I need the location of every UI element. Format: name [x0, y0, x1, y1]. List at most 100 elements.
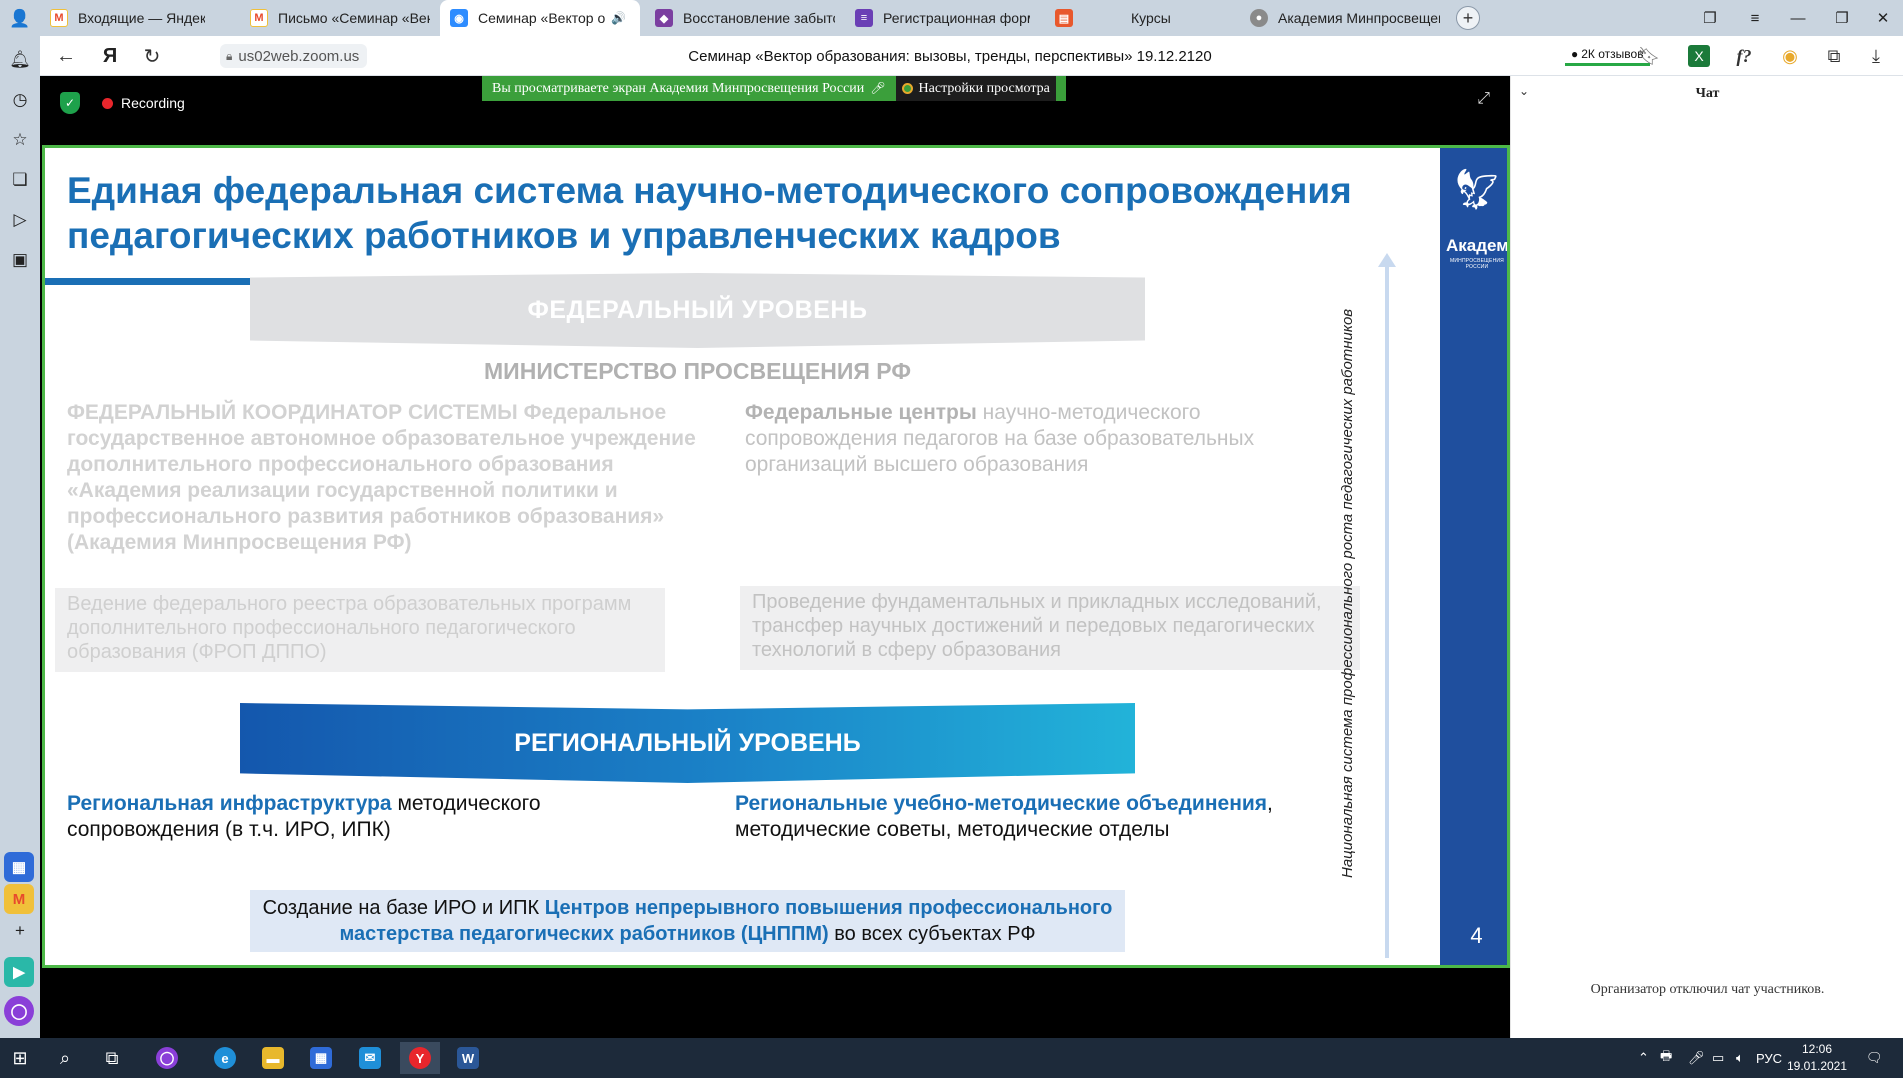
- tab-label: Семинар «Вектор о: [478, 10, 606, 26]
- messenger-app-icon[interactable]: ▶: [4, 957, 34, 987]
- back-icon[interactable]: ←: [48, 36, 84, 76]
- cnppm-box: Создание на базе ИРО и ИПК Центров непре…: [250, 890, 1125, 952]
- speaker-icon: 🔊: [611, 11, 627, 25]
- store-app-icon[interactable]: ▦: [4, 852, 34, 882]
- view-options-icon: [901, 83, 913, 94]
- bookmarks-panel-icon[interactable]: ❐: [1690, 0, 1730, 36]
- history-icon[interactable]: ◷: [5, 85, 35, 115]
- store-icon[interactable]: ▦: [301, 1042, 341, 1074]
- screen-share-banner: Вы просматриваете экран Академия Минпрос…: [482, 76, 1066, 101]
- mail-icon: M: [50, 9, 68, 27]
- printer-icon[interactable]: 🖶: [1660, 1038, 1672, 1078]
- clock[interactable]: 12:06 19.01.2021: [1782, 1041, 1852, 1075]
- recording-dot-icon: [102, 97, 113, 109]
- mic-icon: 🎤︎: [870, 81, 886, 95]
- courses-icon: ▤: [1055, 9, 1073, 27]
- tab-academy[interactable]: ● Академия Минпросвещен: [1240, 0, 1440, 36]
- close-icon[interactable]: ✕: [638, 8, 640, 28]
- url-field[interactable]: 🔒︎ us02web.zoom.us: [220, 44, 368, 68]
- reload-icon[interactable]: ↻: [134, 36, 170, 76]
- close-window-icon[interactable]: ✕: [1863, 0, 1903, 36]
- tab-yandex-mail[interactable]: M Входящие — Яндекс.Почт: [40, 0, 205, 36]
- address-bar: ← Я ↻ 🔒︎ us02web.zoom.us Семинар «Вектор…: [40, 36, 1903, 76]
- mail-icon: M: [250, 9, 268, 27]
- tab-label: Академия Минпросвещен: [1278, 10, 1440, 26]
- windows-taskbar: ⊞ ⌕ ⧉ ◯ e ▬ ▦ ✉ Y W ⌃ 🖶 🎤︎ ▭ 🔈︎ РУС 12:0…: [0, 1038, 1903, 1078]
- tab-label: Входящие — Яндекс.Почт: [78, 10, 205, 26]
- bookmark-icon[interactable]: 🔖︎: [1635, 42, 1663, 70]
- growth-arrow: [1378, 253, 1396, 958]
- add-icon[interactable]: +: [5, 916, 35, 946]
- extension-f-icon[interactable]: f?: [1730, 42, 1758, 70]
- file-explorer-icon[interactable]: ▬: [253, 1042, 293, 1074]
- regional-umo-bold: Региональные учебно-методические объедин…: [735, 792, 1268, 815]
- alice-taskbar-icon[interactable]: ◯: [147, 1042, 187, 1074]
- tab-courses[interactable]: ▤ Курсы: [1045, 0, 1235, 36]
- tab-password-recovery[interactable]: ◆ Восстановление забытог: [645, 0, 835, 36]
- yandex-browser-taskbar-icon[interactable]: Y: [400, 1042, 440, 1074]
- mail-taskbar-icon[interactable]: ✉: [350, 1042, 390, 1074]
- menu-icon[interactable]: ≡: [1735, 0, 1775, 36]
- regional-infrastructure-text: Региональная инфраструктура методическог…: [67, 791, 687, 843]
- yandex-home-button[interactable]: Я: [92, 36, 128, 76]
- tab-label: Регистрационная форма: [883, 10, 1030, 26]
- play-icon[interactable]: ▷: [5, 205, 35, 235]
- extension-x-icon[interactable]: Χ: [1688, 45, 1710, 67]
- bell-icon[interactable]: 🔔︎: [5, 45, 35, 75]
- profile-icon[interactable]: 👤: [5, 4, 35, 34]
- tab-label: Восстановление забытог: [683, 10, 835, 26]
- form-icon: ≡: [855, 9, 873, 27]
- notifications-icon[interactable]: 🗨: [1866, 1038, 1883, 1078]
- tab-label: Письмо «Семинар «Векто: [278, 10, 430, 26]
- browser-tab-strip: M Входящие — Яндекс.Почт M Письмо «Семин…: [0, 0, 1903, 36]
- recording-indicator: Recording: [102, 92, 185, 114]
- alice-app-icon[interactable]: ◯: [4, 996, 34, 1026]
- yandex-sidebar: 👤 🔔︎ ◷ ☆ ❏ ▷ ▣ ▦ M + ▶ ◯: [0, 0, 40, 1038]
- mail-app-icon[interactable]: M: [4, 884, 34, 914]
- extension-eye-icon[interactable]: ◉: [1776, 42, 1804, 70]
- calendar-icon[interactable]: ▣: [5, 245, 35, 275]
- keyboard-language[interactable]: РУС: [1756, 1038, 1782, 1078]
- registry-box: Ведение федерального реестра образовател…: [55, 588, 665, 672]
- cnppm-post: во всех субъектах РФ: [828, 923, 1036, 945]
- new-tab-button[interactable]: +: [1456, 6, 1480, 30]
- fullscreen-icon[interactable]: ⤢: [1477, 90, 1490, 108]
- chat-panel: ⌄ Чат Организатор отключил чат участнико…: [1510, 76, 1903, 1038]
- security-shield-icon[interactable]: ✓: [60, 92, 80, 114]
- shared-slide: Единая федеральная система научно-методи…: [42, 145, 1510, 968]
- federal-centers-text: Федеральные центры научно-методического …: [745, 400, 1345, 478]
- view-options-button[interactable]: Настройки просмотра: [895, 76, 1056, 101]
- slide-title: Единая федеральная система научно-методи…: [67, 170, 1352, 256]
- tab-letter[interactable]: M Письмо «Семинар «Векто: [240, 0, 430, 36]
- star-icon[interactable]: ☆: [5, 125, 35, 155]
- federal-centers-bold: Федеральные центры: [745, 401, 977, 424]
- vertical-axis-label: Национальная система профессионального р…: [1338, 308, 1356, 878]
- zoom-meeting-area: ✓ Recording Вы просматриваете экран Акад…: [40, 76, 1510, 1038]
- downloads-icon[interactable]: ⤓: [1862, 42, 1890, 70]
- volume-icon[interactable]: 🔈︎: [1736, 1038, 1744, 1078]
- network-icon[interactable]: ▭: [1712, 1038, 1724, 1078]
- comment-icon: ●: [1571, 46, 1579, 61]
- shield-icon: ◆: [655, 9, 673, 27]
- word-icon[interactable]: W: [448, 1042, 488, 1074]
- academy-icon: ●: [1250, 9, 1268, 27]
- clock-time: 12:06: [1801, 1042, 1833, 1056]
- task-view-icon[interactable]: ⧉: [92, 1042, 132, 1074]
- view-options-label: Настройки просмотра: [918, 80, 1050, 96]
- tab-zoom-seminar[interactable]: ◉ Семинар «Вектор о 🔊 ✕: [440, 0, 640, 36]
- extensions-icon[interactable]: ⧉: [1820, 42, 1848, 70]
- tab-label: Курсы: [1131, 10, 1171, 26]
- mic-tray-icon[interactable]: 🎤︎: [1688, 1038, 1705, 1078]
- minimize-icon[interactable]: —: [1778, 0, 1818, 36]
- recording-label: Recording: [121, 95, 185, 111]
- regional-umo-text: Региональные учебно-методические объедин…: [735, 791, 1355, 843]
- restore-icon[interactable]: ❐: [1822, 0, 1862, 36]
- edge-icon[interactable]: e: [205, 1042, 245, 1074]
- federal-coordinator-text: ФЕДЕРАЛЬНЫЙ КООРДИНАТОР СИСТЕМЫ Федераль…: [67, 401, 696, 554]
- search-icon[interactable]: ⌕: [45, 1042, 85, 1074]
- tray-chevron-icon[interactable]: ⌃: [1638, 1038, 1649, 1078]
- tab-registration[interactable]: ≡ Регистрационная форма: [845, 0, 1030, 36]
- collections-icon[interactable]: ❏: [5, 165, 35, 195]
- academy-logo-subtitle: МИНПРОСВЕЩЕНИЯ РОССИИ: [1450, 258, 1504, 270]
- windows-start-icon[interactable]: ⊞: [0, 1042, 40, 1074]
